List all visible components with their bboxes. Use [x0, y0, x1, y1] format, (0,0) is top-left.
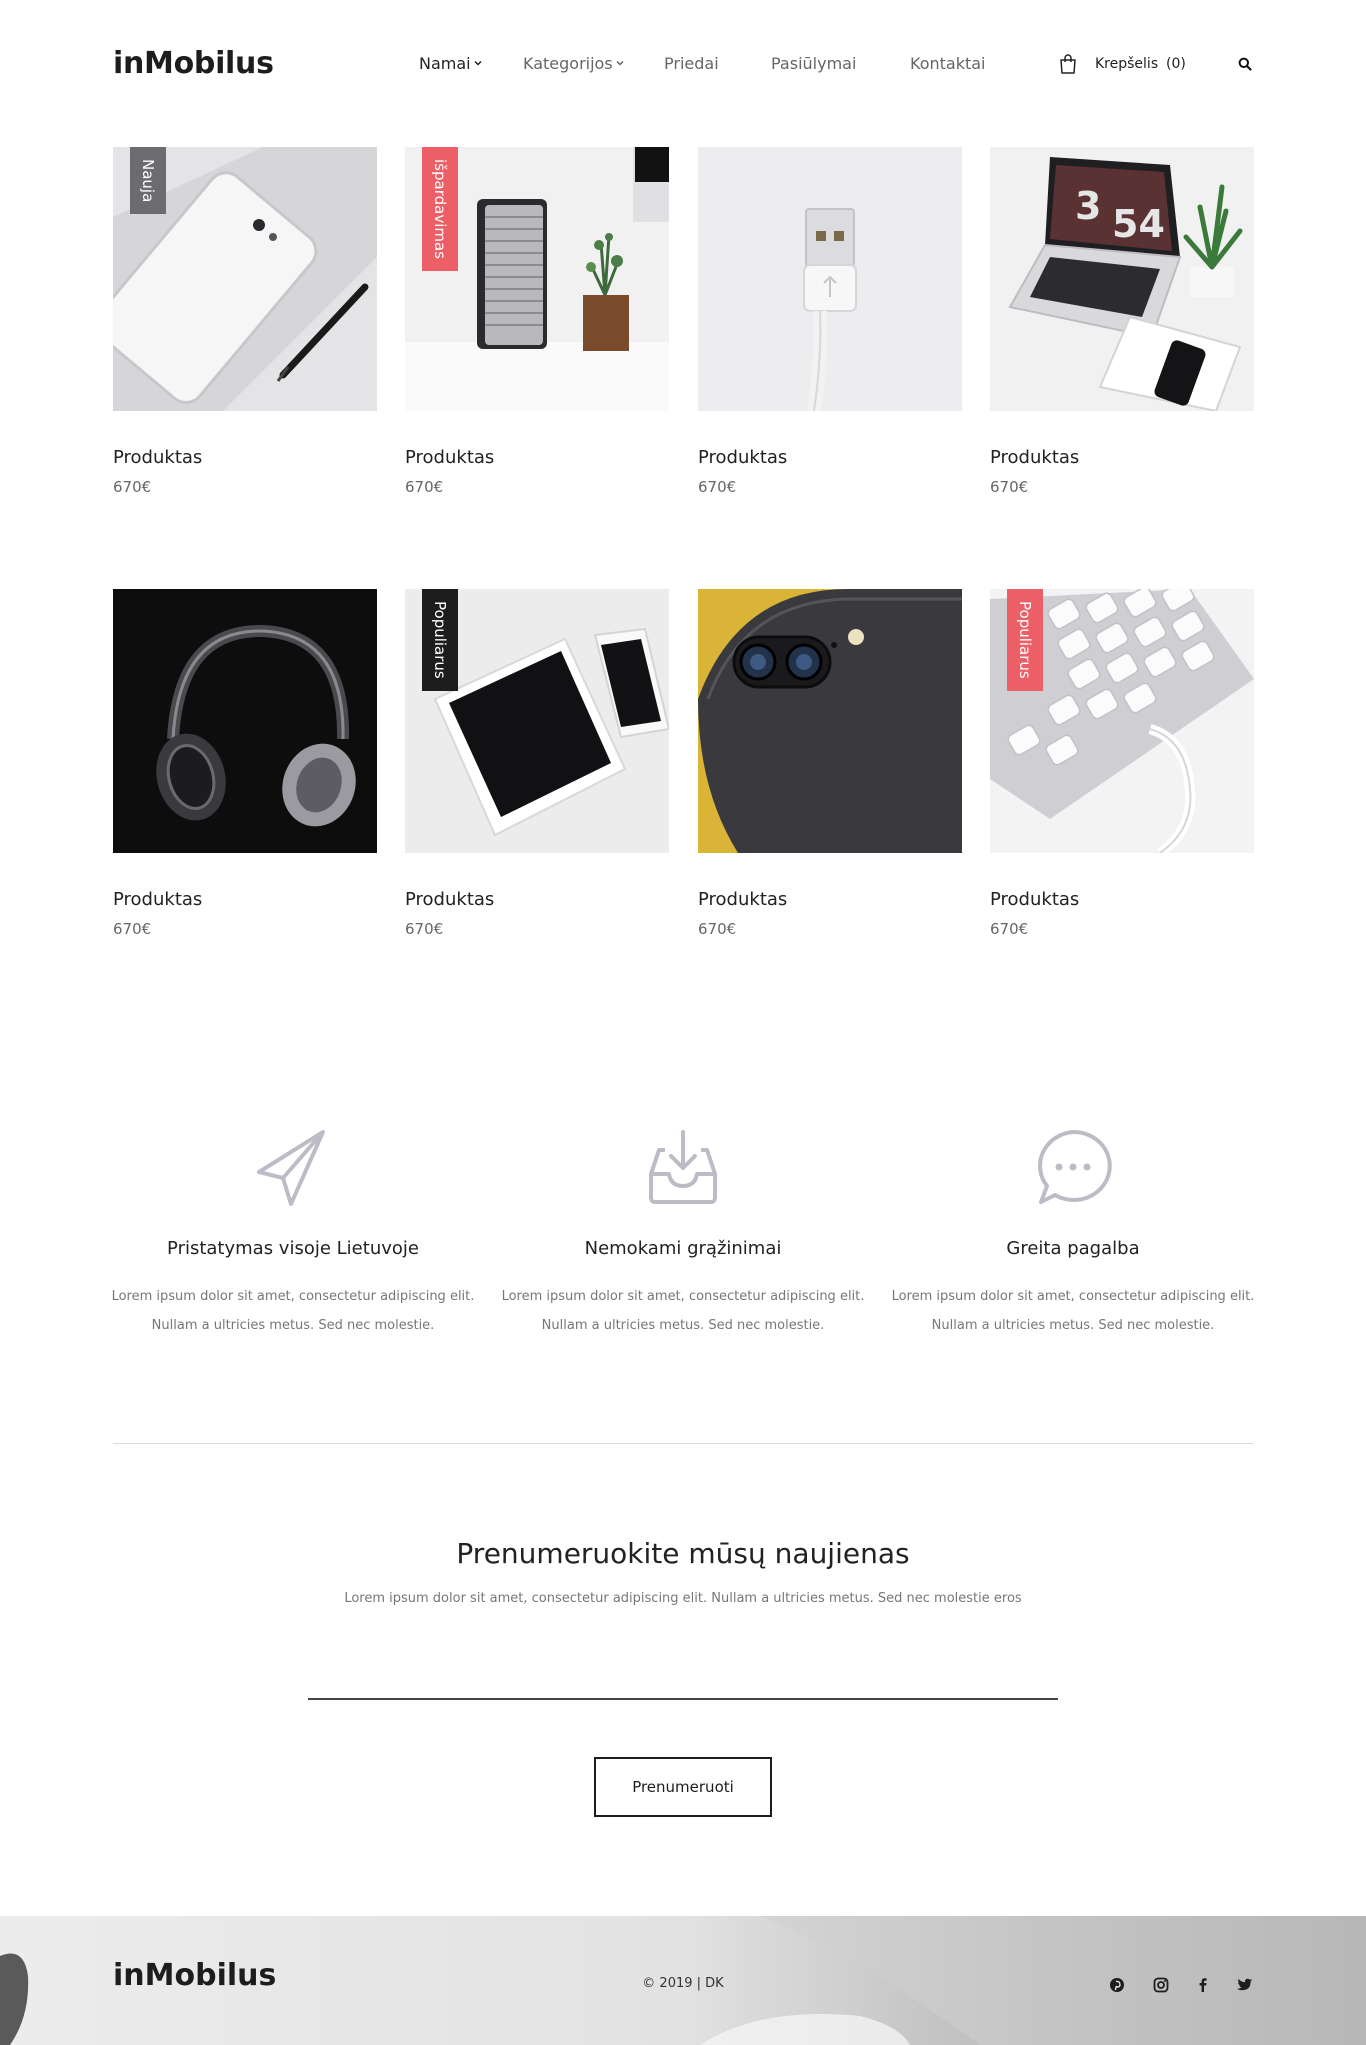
site-logo[interactable]: inMobilus [113, 46, 274, 81]
inbox-download-icon [649, 1130, 717, 1204]
product-badge: Populiarus [1007, 589, 1043, 691]
nav-item-kontaktai[interactable]: Kontaktai [910, 54, 986, 73]
product-price: 670€ [113, 920, 152, 938]
feature-title: Nemokami grąžinimai [584, 1238, 782, 1259]
nav-item-namai[interactable]: Namai [419, 54, 482, 73]
product-price: 670€ [698, 478, 737, 496]
product-image[interactable]: Nauja [113, 147, 377, 411]
nav-item-label: Kategorijos [523, 54, 613, 73]
section-divider [113, 1443, 1253, 1444]
newsletter-title: Prenumeruokite mūsų naujienas [456, 1537, 910, 1570]
product-image[interactable]: Populiarus [990, 589, 1254, 853]
product-price: 670€ [405, 920, 444, 938]
pinterest-link[interactable] [1108, 1976, 1126, 1994]
laptop-workspace-image: 3 54 [990, 147, 1254, 411]
product-image[interactable] [698, 589, 962, 853]
svg-text:54: 54 [1112, 202, 1165, 246]
twitter-icon [1237, 1978, 1253, 1991]
feature-text: Lorem ipsum dolor sit amet, consectetur … [501, 1289, 865, 1333]
product-image[interactable] [113, 589, 377, 853]
product-name[interactable]: Produktas [405, 889, 494, 910]
product-price: 670€ [405, 478, 444, 496]
newsletter-email-input[interactable] [308, 1660, 1058, 1700]
nav-item-priedai[interactable]: Priedai [664, 54, 719, 73]
chevron-down-icon [616, 60, 624, 66]
product-name[interactable]: Produktas [698, 447, 787, 468]
instagram-icon [1153, 1977, 1169, 1993]
chevron-down-icon [474, 60, 482, 66]
newsletter-text: Lorem ipsum dolor sit amet, consectetur … [344, 1591, 1022, 1606]
site-header: inMobilus Namai Kategorijos Priedai Pasi… [0, 0, 1366, 130]
product-image[interactable]: išpardavimas [405, 147, 669, 411]
feature-title: Pristatymas visoje Lietuvoje [167, 1238, 419, 1259]
product-image[interactable]: 3 54 [990, 147, 1254, 411]
site-footer: inMobilus © 2019 | DK [0, 1916, 1366, 2045]
search-button[interactable] [1238, 56, 1252, 75]
product-name[interactable]: Produktas [113, 889, 202, 910]
product-badge: Nauja [130, 147, 166, 215]
product-price: 670€ [698, 920, 737, 938]
svg-text:3: 3 [1075, 184, 1101, 228]
nav-item-pasiulymai[interactable]: Pasiūlymai [771, 54, 856, 73]
product-price: 670€ [990, 920, 1029, 938]
chat-bubble-icon [1038, 1129, 1112, 1204]
subscribe-button[interactable]: Prenumeruoti [594, 1757, 772, 1817]
pinterest-icon [1110, 1978, 1124, 1992]
feature-text: Lorem ipsum dolor sit amet, consectetur … [111, 1289, 475, 1333]
cart-label: Krepšelis [1095, 56, 1159, 72]
product-name[interactable]: Produktas [698, 889, 787, 910]
feature-text: Lorem ipsum dolor sit amet, consectetur … [891, 1289, 1255, 1333]
product-image[interactable]: Populiarus [405, 589, 669, 853]
headphones-image [113, 589, 377, 853]
product-image[interactable] [698, 147, 962, 411]
nav-item-kategorijos[interactable]: Kategorijos [523, 54, 624, 73]
feature-title: Greita pagalba [1006, 1238, 1140, 1259]
product-name[interactable]: Produktas [113, 447, 202, 468]
product-price: 670€ [113, 478, 152, 496]
product-badge: išpardavimas [422, 147, 458, 271]
nav-item-label: Namai [419, 54, 471, 73]
paper-plane-icon [257, 1130, 325, 1206]
product-name[interactable]: Produktas [405, 447, 494, 468]
facebook-link[interactable] [1194, 1976, 1212, 1994]
shopping-bag-icon [1060, 54, 1076, 74]
product-price: 670€ [990, 478, 1029, 496]
black-iphone-image [698, 589, 962, 853]
twitter-link[interactable] [1236, 1976, 1254, 1994]
search-icon [1238, 57, 1252, 71]
facebook-icon [1199, 1978, 1207, 1992]
product-name[interactable]: Produktas [990, 889, 1079, 910]
product-badge: Populiarus [422, 589, 458, 691]
usb-cable-image [698, 147, 962, 411]
cart-count: (0) [1166, 56, 1186, 72]
product-name[interactable]: Produktas [990, 447, 1079, 468]
instagram-link[interactable] [1152, 1976, 1170, 1994]
